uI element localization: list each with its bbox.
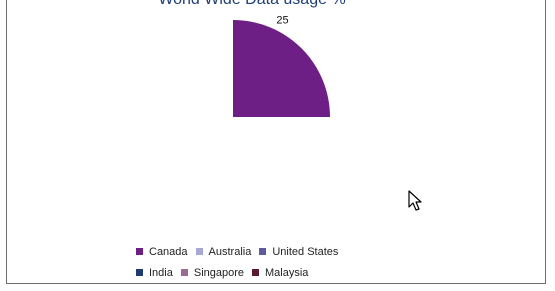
legend-row: India Singapore Malaysia — [136, 262, 396, 283]
legend-label: Singapore — [193, 266, 245, 279]
mouse-pointer-icon — [408, 190, 422, 211]
legend-swatch — [180, 269, 188, 276]
legend-item-india: India — [136, 267, 173, 279]
pie-slice-canada — [233, 20, 330, 117]
legend-swatch — [136, 248, 143, 255]
legend-label: United States — [272, 245, 339, 258]
legend-item-singapore: Singapore — [180, 266, 245, 279]
legend-swatch — [259, 248, 267, 255]
legend-swatch — [195, 248, 203, 255]
legend-swatch — [136, 269, 143, 276]
legend-label: Malaysia — [265, 266, 309, 279]
chart-frame: World Wide Data usage % 25 CanadaAustral… — [6, 0, 546, 284]
legend: Canada Australia United States India Singap… — [136, 241, 396, 283]
data-label: 25 — [276, 15, 288, 27]
legend-label: Canada — [149, 245, 188, 258]
legend-item-canada: Canada — [136, 246, 188, 258]
legend-item-australia: Australia — [195, 245, 252, 258]
legend-item-united-states: United States — [259, 246, 338, 258]
legend-label: Australia — [208, 245, 252, 258]
legend-swatch — [252, 269, 260, 276]
legend-item-malaysia: Malaysia — [252, 267, 308, 279]
pie-plot: 25 — [233, 15, 330, 117]
legend-row: Canada Australia United States — [136, 241, 396, 262]
legend-label: India — [149, 266, 173, 279]
